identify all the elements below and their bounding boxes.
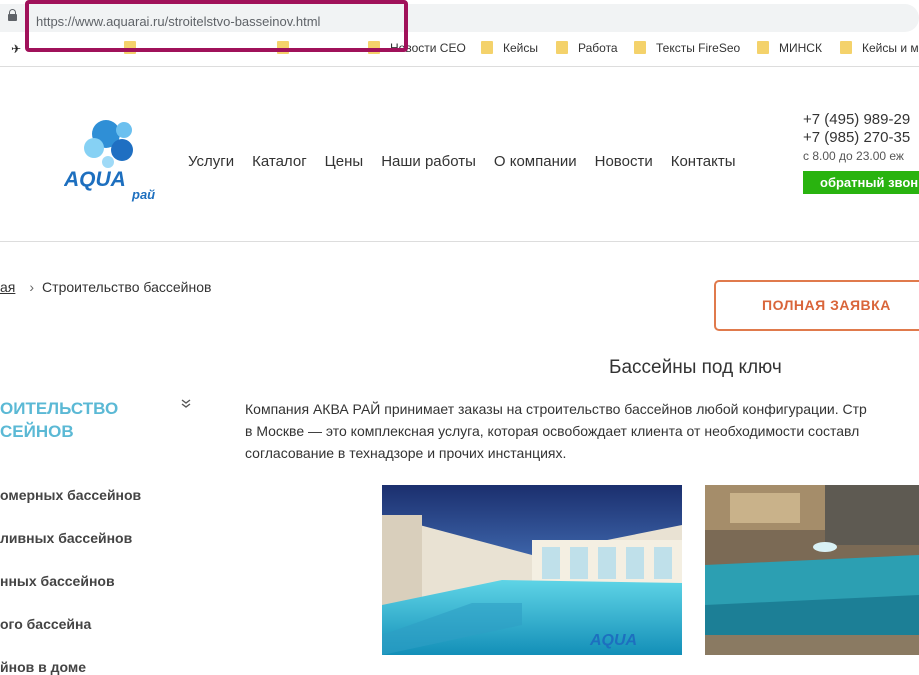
sidebar-item[interactable]: ливных бассейнов — [0, 530, 132, 546]
sidebar-heading[interactable]: ОИТЕЛЬСТВО СЕЙНОВ — [0, 397, 118, 443]
sidebar-item[interactable]: омерных бассейнов — [0, 487, 141, 503]
photo-watermark: AQUA — [589, 632, 637, 649]
bookmark-item[interactable]: Кейсы и м — [840, 41, 919, 55]
intro-paragraph: Компания АКВА РАЙ принимает заказы на ст… — [245, 398, 919, 464]
nav-item-news[interactable]: Новости — [595, 153, 653, 170]
contacts-block: +7 (495) 989-29 +7 (985) 270-35 с 8.00 д… — [803, 111, 910, 163]
breadcrumb-current: Строительство бассейнов — [42, 279, 212, 295]
breadcrumb: ая › Строительство бассейнов — [0, 279, 211, 295]
nav-item-services[interactable]: Услуги — [188, 153, 234, 170]
phone-1[interactable]: +7 (495) 989-29 — [803, 111, 910, 128]
sidebar-item[interactable]: нных бассейнов — [0, 573, 115, 589]
sidebar-item[interactable]: ого бассейна — [0, 616, 91, 632]
bookmark-item[interactable]: МИНСК — [757, 41, 822, 55]
pool-photo-indoor[interactable]: AQUA — [382, 485, 682, 655]
lock-icon — [8, 9, 17, 21]
nav-item-works[interactable]: Наши работы — [381, 153, 476, 170]
logo-text: AQUA — [64, 168, 126, 191]
browser-chrome: https://www.aquarai.ru/stroitelstvo-bass… — [0, 0, 919, 67]
folder-icon — [757, 41, 769, 54]
breadcrumb-home[interactable]: ая — [0, 279, 15, 295]
full-request-button[interactable]: ПОЛНАЯ ЗАЯВКА — [714, 280, 919, 331]
nav-item-prices[interactable]: Цены — [325, 153, 364, 170]
bookmark-label: Работа — [578, 41, 618, 55]
bookmark-item[interactable]: Работа — [556, 41, 618, 55]
sidebar-heading-line: ОИТЕЛЬСТВО — [0, 399, 119, 418]
sidebar-item[interactable]: йнов в доме — [0, 659, 86, 675]
aqua-rai-logo[interactable]: AQUA рай — [64, 112, 164, 202]
bookmark-item[interactable]: Кейсы — [481, 41, 538, 55]
intro-line: Компания АКВА РАЙ принимает заказы на ст… — [245, 401, 867, 417]
intro-line: согласование в технадзоре и прочих инста… — [245, 445, 567, 461]
intro-line: в Москве — это комплексная услуга, котор… — [245, 423, 860, 439]
bookmark-label: Тексты FireSeo — [656, 41, 741, 55]
folder-icon — [481, 41, 493, 54]
apps-icon[interactable]: ✈ — [11, 42, 21, 56]
site-header: AQUA рай Услуги Каталог Цены Наши работы… — [0, 66, 919, 242]
bookmark-label: Кейсы — [503, 41, 538, 55]
phone-2[interactable]: +7 (985) 270-35 — [803, 129, 910, 146]
chevron-down-icon[interactable] — [181, 399, 191, 412]
main-nav: Услуги Каталог Цены Наши работы О компан… — [188, 153, 736, 170]
breadcrumb-separator: › — [29, 279, 35, 295]
bookmark-label: Кейсы и м — [862, 41, 919, 55]
folder-icon — [556, 41, 568, 54]
url-highlight-annotation — [25, 0, 408, 52]
folder-icon — [634, 41, 646, 54]
nav-item-about[interactable]: О компании — [494, 153, 577, 170]
folder-icon — [840, 41, 852, 54]
pool-photo-hall[interactable] — [705, 485, 919, 655]
working-hours: с 8.00 до 23.00 еж — [803, 149, 904, 163]
nav-item-contacts[interactable]: Контакты — [671, 153, 736, 170]
logo-subtext: рай — [131, 187, 155, 202]
nav-item-catalog[interactable]: Каталог — [252, 153, 307, 170]
sidebar-heading-line: СЕЙНОВ — [0, 422, 74, 441]
callback-button[interactable]: обратный звон — [803, 171, 919, 194]
bookmark-item[interactable]: Тексты FireSeo — [634, 41, 740, 55]
bookmark-label: МИНСК — [779, 41, 822, 55]
page-title: Бассейны под ключ — [609, 357, 782, 378]
